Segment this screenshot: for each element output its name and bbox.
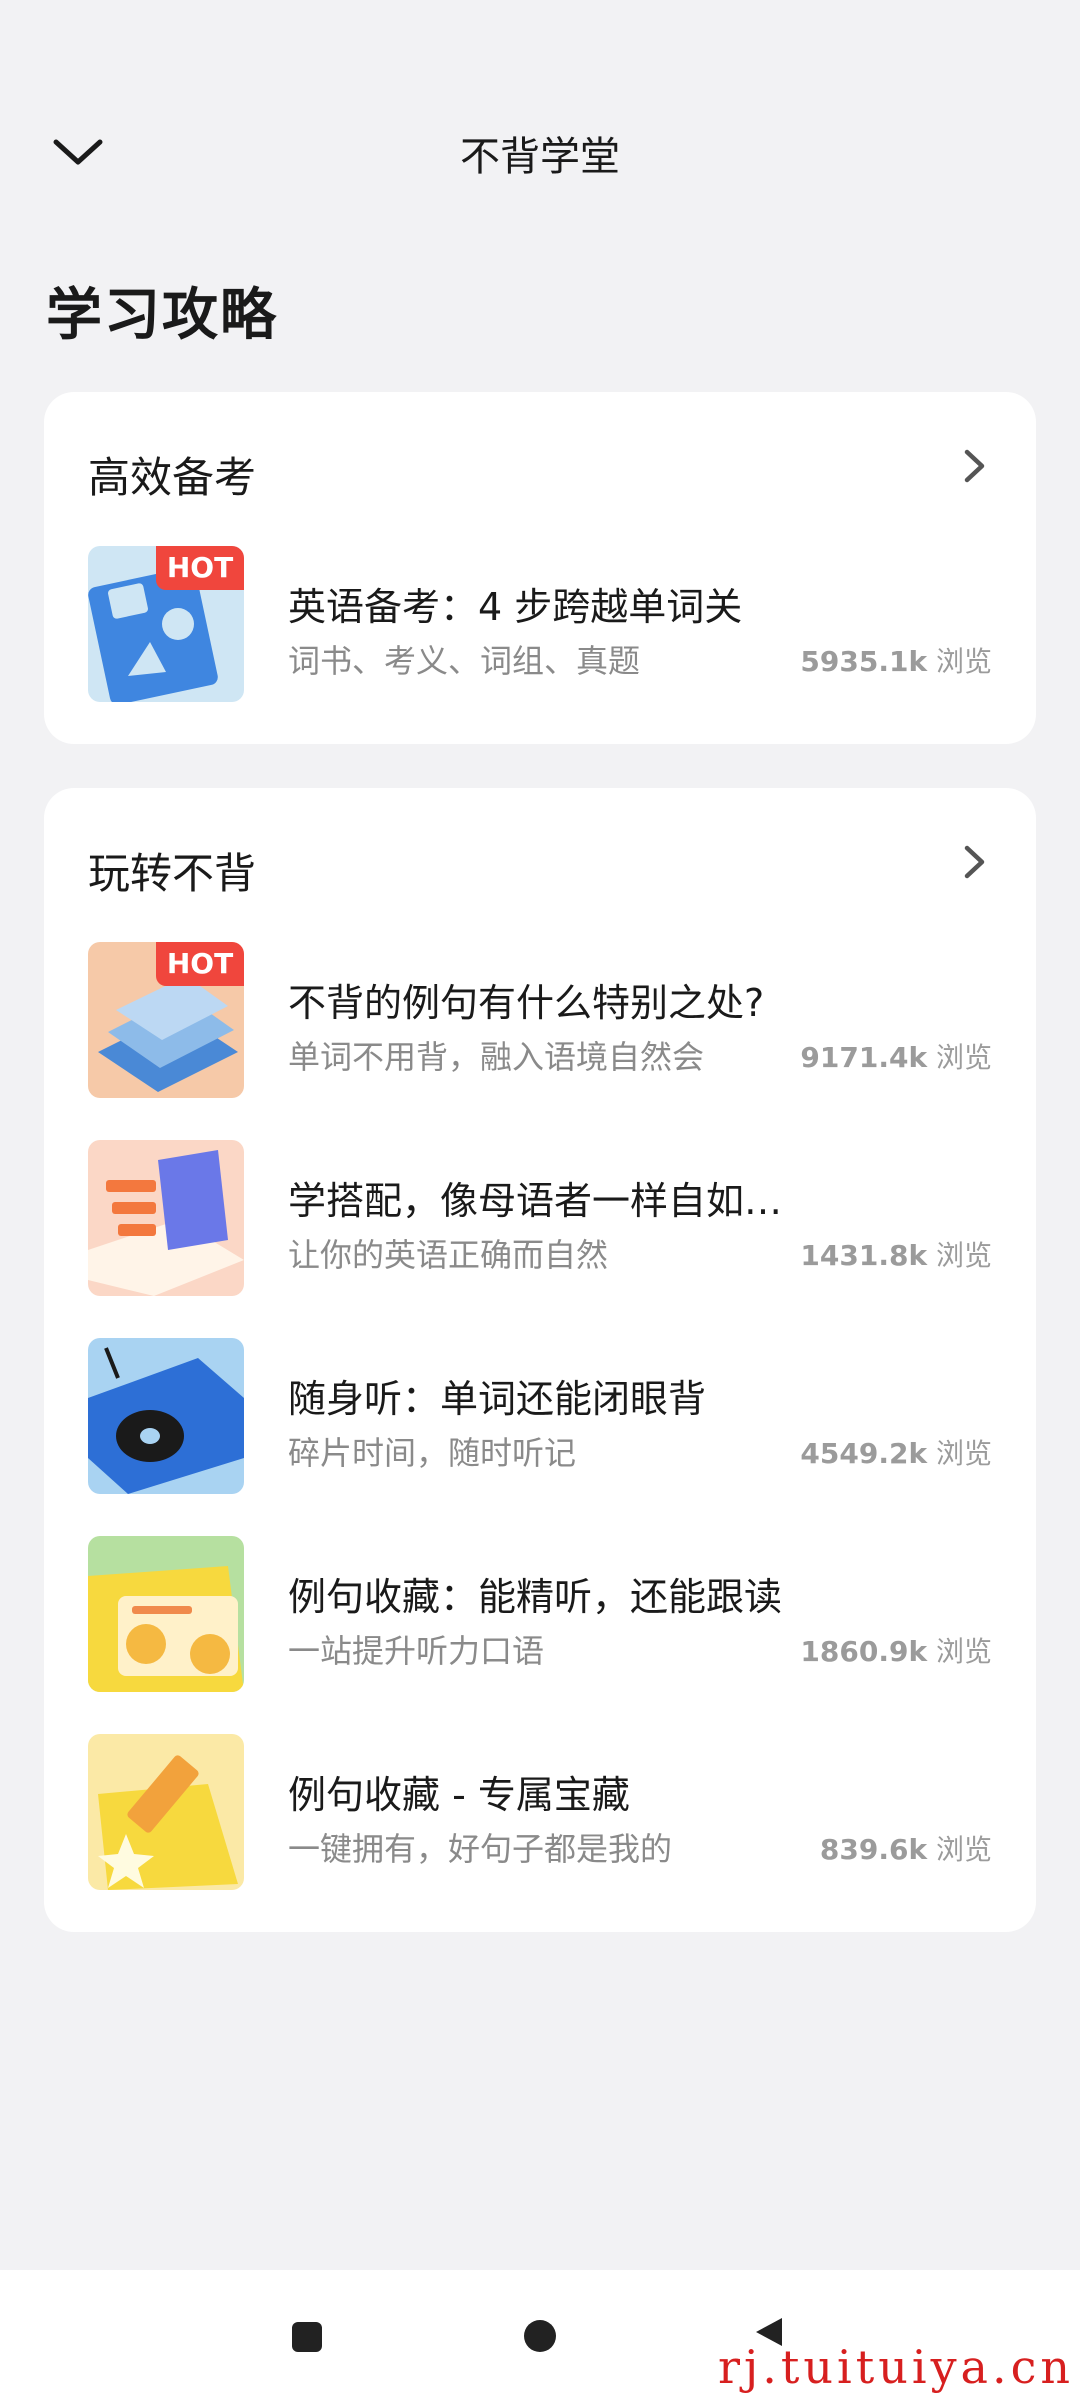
hot-badge: HOT <box>156 546 244 590</box>
watermark: rj.tuituiya.cn <box>718 2340 1074 2394</box>
hot-badge: HOT <box>156 942 244 986</box>
view-count: 4549.2k 浏览 <box>800 1437 992 1470</box>
view-count: 1860.9k 浏览 <box>800 1635 992 1668</box>
header-title: 不背学堂 <box>460 134 620 180</box>
item-subtitle: 碎片时间，随时听记 <box>288 1434 577 1472</box>
list-item[interactable]: 学搭配，像母语者一样自如… 让你的英语正确而自然 1431.8k 浏览 <box>88 1140 992 1296</box>
view-count: 9171.4k 浏览 <box>800 1041 992 1074</box>
section-card-master-app: 玩转不背 HOT 不背的例句有什么特别之处? 单词不用背，融入语境自然会 917… <box>44 788 1036 1932</box>
page-title: 学习攻略 <box>46 283 278 348</box>
list-item[interactable]: 例句收藏 - 专属宝藏 一键拥有，好句子都是我的 839.6k 浏览 <box>88 1734 992 1890</box>
item-title: 不背的例句有什么特别之处? <box>288 981 765 1025</box>
chevron-right-icon[interactable] <box>952 444 996 488</box>
top-bar: 不背学堂 <box>0 100 1080 200</box>
view-count: 5935.1k 浏览 <box>800 645 992 678</box>
item-title: 英语备考：4 步跨越单词关 <box>288 585 743 629</box>
list-item[interactable]: 例句收藏：能精听，还能跟读 一站提升听力口语 1860.9k 浏览 <box>88 1536 992 1692</box>
item-title: 学搭配，像母语者一样自如… <box>288 1179 783 1223</box>
list-item[interactable]: HOT 不背的例句有什么特别之处? 单词不用背，融入语境自然会 9171.4k … <box>88 942 992 1098</box>
item-title: 例句收藏：能精听，还能跟读 <box>288 1575 783 1619</box>
article-thumbnail: HOT <box>88 942 244 1098</box>
item-subtitle: 词书、考义、词组、真题 <box>288 642 641 680</box>
item-subtitle: 一键拥有，好句子都是我的 <box>288 1830 673 1868</box>
list-item[interactable]: 随身听：单词还能闭眼背 碎片时间，随时听记 4549.2k 浏览 <box>88 1338 992 1494</box>
item-subtitle: 单词不用背，融入语境自然会 <box>288 1038 705 1076</box>
section-title[interactable]: 玩转不背 <box>88 840 256 901</box>
section-title[interactable]: 高效备考 <box>88 444 256 505</box>
chevron-right-icon[interactable] <box>952 840 996 884</box>
article-thumbnail <box>88 1140 244 1296</box>
view-count: 1431.8k 浏览 <box>800 1239 992 1272</box>
article-thumbnail <box>88 1338 244 1494</box>
view-count: 839.6k 浏览 <box>819 1833 992 1866</box>
article-thumbnail: HOT <box>88 546 244 702</box>
item-subtitle: 让你的英语正确而自然 <box>288 1236 609 1274</box>
article-thumbnail <box>88 1734 244 1890</box>
item-title: 随身听：单词还能闭眼背 <box>288 1377 707 1421</box>
home-button[interactable] <box>524 2320 556 2352</box>
recent-apps-button[interactable] <box>292 2322 322 2352</box>
section-card-efficient-prep: 高效备考 HOT 英语备考：4 步跨越单词关 词书、考义、词组、真题 5935.… <box>44 392 1036 744</box>
list-item[interactable]: HOT 英语备考：4 步跨越单词关 词书、考义、词组、真题 5935.1k 浏览 <box>88 546 992 702</box>
item-subtitle: 一站提升听力口语 <box>288 1632 545 1670</box>
item-title: 例句收藏 - 专属宝藏 <box>288 1773 630 1817</box>
article-thumbnail <box>88 1536 244 1692</box>
